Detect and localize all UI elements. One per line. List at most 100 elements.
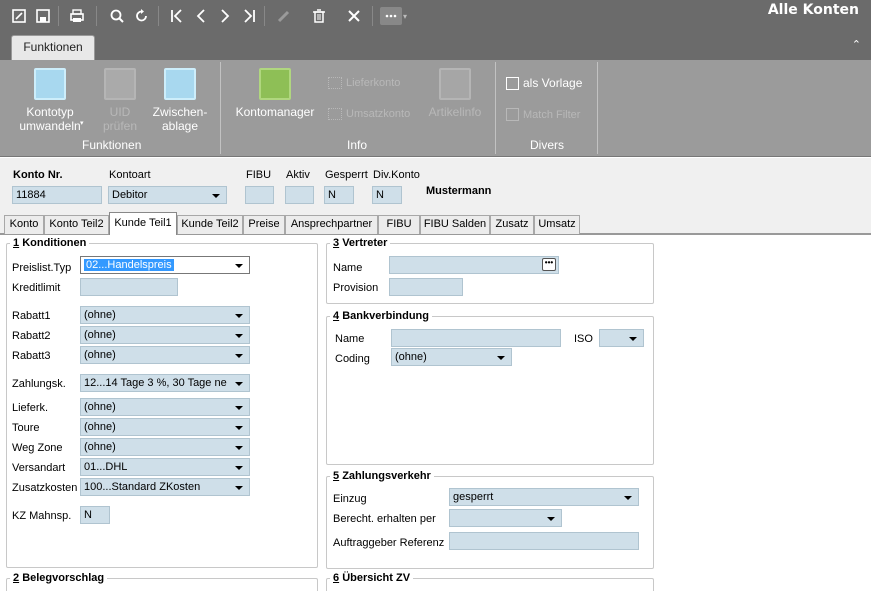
search-icon[interactable]: [108, 7, 126, 25]
close-icon[interactable]: [345, 7, 363, 25]
tab-fibu-salden[interactable]: FIBU Salden: [420, 215, 490, 234]
last-icon[interactable]: [240, 7, 258, 25]
grid-icon: [259, 68, 291, 100]
coding-select[interactable]: (ohne): [391, 348, 512, 366]
tab-preise[interactable]: Preise: [243, 215, 285, 234]
wegzone-select[interactable]: (ohne): [80, 438, 250, 456]
artikelinfo-label: Artikelinfo: [428, 105, 482, 119]
lieferkonto-button[interactable]: Lieferkonto: [328, 77, 400, 89]
match-filter-checkbox[interactable]: Match Filter: [506, 108, 580, 121]
tab-konto[interactable]: Konto: [4, 215, 44, 234]
match-filter-label: Match Filter: [523, 108, 581, 121]
divkonto-label: Div.Konto: [373, 169, 420, 181]
coding-label: Coding: [335, 353, 370, 365]
top-toolbar: ▾ Alle Konten: [0, 0, 871, 33]
kontoart-select[interactable]: Debitor: [108, 186, 227, 204]
rabatt1-select[interactable]: (ohne): [80, 306, 250, 324]
zwischenablage-label: Zwischen- ablage: [152, 105, 208, 133]
lieferk-select[interactable]: (ohne): [80, 398, 250, 416]
kontomanager-button[interactable]: Kontomanager: [232, 68, 318, 119]
vertreter-name-field[interactable]: •••: [389, 256, 559, 274]
uebersicht-title: 6 Übersicht ZV: [330, 572, 414, 584]
belegvorschlag-title: 2 Belegvorschlag: [10, 572, 108, 584]
bankverbindung-title: 4 Bankverbindung: [330, 310, 432, 322]
collapse-ribbon-icon[interactable]: ⌃: [852, 38, 861, 51]
chevron-down-icon[interactable]: ▾: [400, 7, 410, 25]
tab-kunde-teil1[interactable]: Kunde Teil1: [109, 212, 177, 235]
bank-name-field[interactable]: [391, 329, 561, 347]
uid-label: UID prüfen: [102, 105, 138, 133]
ellipsis-icon[interactable]: •••: [542, 258, 556, 271]
next-icon[interactable]: [216, 7, 234, 25]
aktiv-field[interactable]: [285, 186, 314, 204]
window-title: Alle Konten: [767, 2, 859, 18]
grid-icon: [328, 77, 342, 89]
save-icon[interactable]: [34, 7, 52, 25]
iso-select[interactable]: [599, 329, 644, 347]
kreditlimit-field[interactable]: [80, 278, 178, 296]
einzug-select[interactable]: gesperrt: [449, 488, 639, 506]
chart-icon: [439, 68, 471, 100]
toure-select[interactable]: (ohne): [80, 418, 250, 436]
preislist-select[interactable]: 02...Handelspreis: [80, 256, 250, 274]
provision-label: Provision: [333, 282, 379, 294]
umsatzkonto-button[interactable]: Umsatzkonto: [328, 108, 410, 120]
edit-icon[interactable]: [275, 7, 293, 25]
umsatzkonto-label: Umsatzkonto: [346, 108, 411, 120]
vertreter-title: 3 Vertreter: [330, 237, 391, 249]
tab-zusatz[interactable]: Zusatz: [490, 215, 534, 234]
chevron-down-icon[interactable]: ▾: [80, 119, 84, 127]
zahlungsk-label: Zahlungsk.: [12, 378, 66, 390]
first-icon[interactable]: [168, 7, 186, 25]
kontotyp-umwandeln-button[interactable]: Kontotyp umwandeln: [12, 68, 88, 133]
rabatt2-select[interactable]: (ohne): [80, 326, 250, 344]
fibu-label: FIBU: [246, 169, 272, 181]
grid-icon: [328, 108, 342, 120]
vertreter-name-label: Name: [333, 262, 363, 274]
zwischenablage-button[interactable]: Zwischen- ablage: [148, 68, 212, 133]
bank-name-label: Name: [335, 333, 365, 345]
provision-field[interactable]: [389, 278, 463, 296]
fibu-field[interactable]: [245, 186, 274, 204]
tab-umsatz[interactable]: Umsatz: [534, 215, 580, 234]
tab-ansprechpartner[interactable]: Ansprechpartner: [285, 215, 378, 234]
uid-pruefen-button[interactable]: UID prüfen: [95, 68, 145, 133]
auftraggeber-field[interactable]: [449, 532, 639, 550]
document-icon: [34, 68, 66, 100]
zahlungsk-select[interactable]: 12...14 Tage 3 %, 30 Tage ne: [80, 374, 250, 392]
kzmahn-field[interactable]: N: [80, 506, 110, 524]
divkonto-field[interactable]: N: [372, 186, 402, 204]
konditionen-title: 1 Konditionen: [10, 237, 90, 249]
tab-kunde-teil2[interactable]: Kunde Teil2: [177, 215, 243, 234]
zusatzkosten-label: Zusatzkosten: [12, 482, 78, 494]
kontotyp-label: Kontotyp umwandeln: [19, 105, 81, 133]
group-label-divers: Divers: [530, 138, 565, 152]
group-label-funktionen: Funktionen: [82, 138, 142, 152]
ribbon-tab-funktionen[interactable]: Funktionen: [11, 35, 95, 60]
zusatzkosten-select[interactable]: 100...Standard ZKosten: [80, 478, 250, 496]
als-vorlage-checkbox[interactable]: als Vorlage: [506, 76, 582, 90]
clipboard-icon: [164, 68, 196, 100]
account-name: Mustermann: [426, 185, 492, 197]
aktiv-label: Aktiv: [286, 169, 310, 181]
kzmahn-label: KZ Mahnsp.: [12, 510, 72, 522]
refresh-icon[interactable]: [133, 7, 151, 25]
preislist-label: Preislist.Typ: [12, 262, 72, 274]
more-icon[interactable]: [380, 7, 402, 25]
checkbox-icon: [506, 76, 519, 90]
print-icon[interactable]: [68, 7, 86, 25]
new-icon[interactable]: [10, 7, 28, 25]
tab-fibu[interactable]: FIBU: [378, 215, 420, 234]
delete-icon[interactable]: [310, 7, 328, 25]
iso-label: ISO: [574, 333, 593, 345]
prev-icon[interactable]: [192, 7, 210, 25]
kontoart-label: Kontoart: [109, 169, 151, 181]
search-icon: [104, 68, 136, 100]
versandart-select[interactable]: 01...DHL: [80, 458, 250, 476]
tab-konto-teil2[interactable]: Konto Teil2: [44, 215, 109, 234]
artikelinfo-button[interactable]: Artikelinfo: [424, 68, 486, 119]
konto-nr-field[interactable]: 11884: [12, 186, 102, 204]
gesperrt-field[interactable]: N: [324, 186, 354, 204]
berecht-select[interactable]: [449, 509, 562, 527]
rabatt3-select[interactable]: (ohne): [80, 346, 250, 364]
